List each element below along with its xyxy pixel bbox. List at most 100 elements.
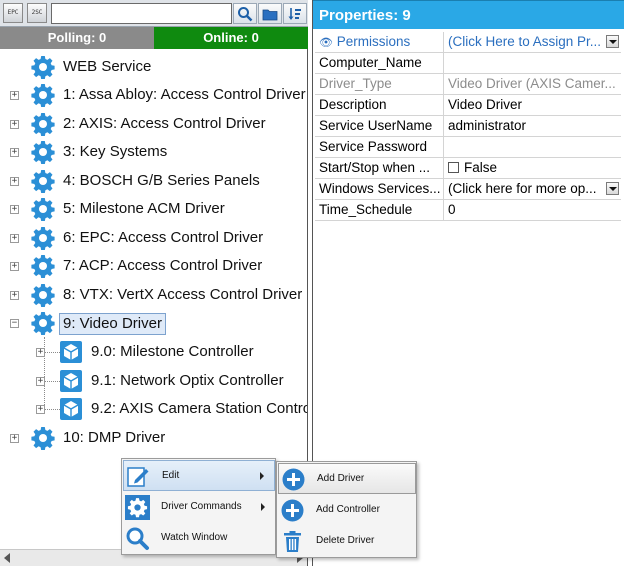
search-input[interactable]	[51, 3, 232, 24]
tree-node-driver[interactable]: + 10: DMP Driver	[0, 424, 307, 452]
tree-node-controller[interactable]: + 9.1: Network Optix Controller	[0, 367, 307, 395]
tree-node-label: 2: AXIS: Access Control Driver	[63, 115, 266, 132]
search-icon	[238, 7, 253, 22]
gear-icon	[125, 495, 150, 520]
tree-node-label: 9.1: Network Optix Controller	[91, 372, 284, 389]
property-name: Driver_Type	[315, 74, 444, 94]
tree-node-driver[interactable]: + 2: AXIS: Access Control Driver	[0, 110, 307, 138]
property-row-start-stop[interactable]: Start/Stop when ... False	[315, 158, 621, 179]
tree-node-driver[interactable]: + 4: BOSCH G/B Series Panels	[0, 167, 307, 195]
menu-item-delete-driver[interactable]: Delete Driver	[278, 526, 416, 557]
tree-node-controller[interactable]: + 9.0: Milestone Controller	[0, 338, 307, 366]
menu-item-driver-commands[interactable]: Driver Commands	[123, 492, 275, 523]
expand-toggle[interactable]: +	[10, 177, 19, 186]
menu-item-label: Edit	[162, 470, 180, 481]
property-value[interactable]: (Click here for more op...	[445, 179, 621, 199]
gear-icon	[31, 255, 55, 278]
menu-item-add-driver[interactable]: Add Driver	[278, 463, 416, 494]
property-value[interactable]	[445, 137, 621, 157]
property-row-driver-type[interactable]: Driver_Type Video Driver (AXIS Camer...	[315, 74, 621, 95]
tree-node-label: WEB Service	[63, 58, 152, 75]
expand-toggle[interactable]: +	[10, 120, 19, 129]
dropdown-button[interactable]	[606, 182, 619, 195]
menu-item-label: Delete Driver	[316, 535, 375, 546]
property-value[interactable]: Video Driver	[445, 95, 621, 115]
expand-toggle[interactable]: +	[36, 348, 45, 357]
expand-toggle[interactable]: +	[10, 262, 19, 271]
menu-item-label: Driver Commands	[161, 501, 242, 512]
property-value[interactable]	[445, 53, 621, 73]
tree-node-driver[interactable]: + 1: Assa Abloy: Access Control Driver	[0, 81, 307, 109]
sort-icon	[288, 8, 301, 20]
tree-node-driver[interactable]: + 7: ACP: Access Control Driver	[0, 252, 307, 280]
property-name: 👁 Permissions	[315, 32, 444, 52]
plus-circle-icon	[282, 468, 305, 491]
folder-icon	[262, 9, 278, 21]
submenu-arrow-icon	[261, 503, 265, 511]
tree-node-label: 6: EPC: Access Control Driver	[63, 229, 264, 246]
property-row-time-schedule[interactable]: Time_Schedule 0	[315, 200, 621, 221]
property-name: Computer_Name	[315, 53, 444, 73]
gear-icon	[31, 113, 55, 136]
gear-icon	[31, 141, 55, 164]
property-name: Service Password	[315, 137, 444, 157]
collapse-toggle[interactable]: −	[10, 319, 19, 328]
menu-item-add-controller[interactable]: Add Controller	[278, 495, 416, 526]
expand-toggle[interactable]: +	[10, 91, 19, 100]
cube-icon	[60, 341, 82, 363]
property-row-service-password[interactable]: Service Password	[315, 137, 621, 158]
tree-node-label: 10: DMP Driver	[63, 429, 166, 446]
property-name-text: Permissions	[336, 34, 411, 49]
property-row-computer-name[interactable]: Computer_Name	[315, 53, 621, 74]
tree-node-label: 3: Key Systems	[63, 143, 168, 160]
property-row-description[interactable]: Description Video Driver	[315, 95, 621, 116]
checkbox-label: False	[464, 160, 498, 175]
expand-toggle[interactable]: +	[10, 234, 19, 243]
expand-toggle[interactable]: +	[10, 205, 19, 214]
property-value[interactable]: False	[445, 158, 621, 178]
property-row-service-username[interactable]: Service UserName administrator	[315, 116, 621, 137]
expand-toggle[interactable]: +	[10, 434, 19, 443]
gear-icon	[31, 56, 55, 79]
edit-submenu: Add Driver Add Controller Delete Driver	[276, 461, 417, 558]
expand-toggle[interactable]: +	[10, 291, 19, 300]
property-value[interactable]: administrator	[445, 116, 621, 136]
tree-node-driver[interactable]: + 8: VTX: VertX Access Control Driver	[0, 281, 307, 309]
property-name: Time_Schedule	[315, 200, 444, 220]
search-button[interactable]	[233, 3, 257, 24]
property-name: Start/Stop when ...	[315, 158, 444, 178]
tree-node-driver-selected[interactable]: − 9: Video Driver	[0, 309, 307, 337]
expand-toggle[interactable]: +	[36, 377, 45, 386]
tree-node-web-service[interactable]: WEB Service	[0, 53, 307, 81]
tree-node-label: 1: Assa Abloy: Access Control Driver	[63, 86, 306, 103]
expand-toggle[interactable]: +	[36, 405, 45, 414]
tree-node-label: 7: ACP: Access Control Driver	[63, 257, 263, 274]
folder-button[interactable]	[258, 3, 282, 24]
dropdown-button[interactable]	[606, 35, 619, 48]
property-value[interactable]: 0	[445, 200, 621, 220]
tree-node-driver[interactable]: + 6: EPC: Access Control Driver	[0, 224, 307, 252]
menu-item-label: Add Driver	[317, 473, 365, 484]
submenu-arrow-icon	[260, 472, 264, 480]
property-name: Description	[315, 95, 444, 115]
property-row-windows-services[interactable]: Windows Services... (Click here for more…	[315, 179, 621, 200]
tree-node-driver[interactable]: + 3: Key Systems	[0, 138, 307, 166]
menu-item-edit[interactable]: Edit	[123, 460, 275, 491]
menu-item-watch-window[interactable]: Watch Window	[123, 523, 275, 554]
toolbar-button-2[interactable]: 2SC	[27, 3, 47, 23]
online-status: Online: 0	[154, 27, 308, 49]
scroll-left-arrow-icon[interactable]	[4, 553, 10, 563]
property-value[interactable]: (Click Here to Assign Pr...	[445, 32, 621, 52]
expand-toggle[interactable]: +	[10, 148, 19, 157]
sort-button[interactable]	[283, 3, 307, 24]
property-row-permissions[interactable]: 👁 Permissions (Click Here to Assign Pr..…	[315, 32, 621, 53]
false-checkbox[interactable]	[448, 162, 459, 173]
toolbar-button-1[interactable]: EPC	[3, 3, 23, 23]
tree-node-label: 8: VTX: VertX Access Control Driver	[63, 286, 303, 303]
trash-icon	[284, 531, 301, 552]
gear-icon	[31, 227, 55, 250]
tree-node-driver[interactable]: + 5: Milestone ACM Driver	[0, 195, 307, 223]
menu-item-label: Add Controller	[316, 504, 380, 515]
tree-node-controller[interactable]: + 9.2: AXIS Camera Station Controller	[0, 395, 307, 423]
tree-node-label: 9.2: AXIS Camera Station Controller	[91, 400, 307, 417]
